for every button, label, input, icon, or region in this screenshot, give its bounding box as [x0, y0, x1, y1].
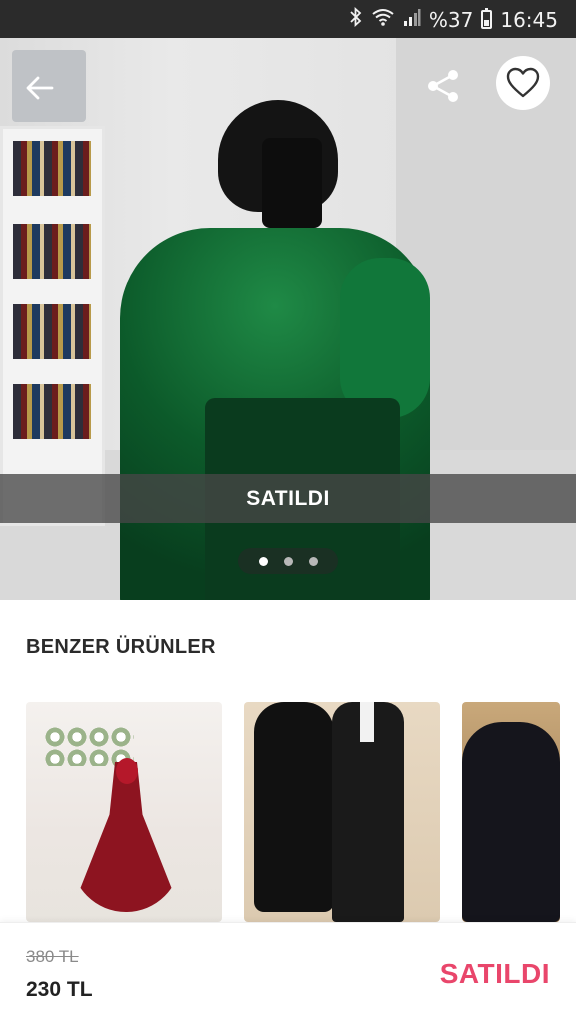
similar-products-list[interactable]: [26, 702, 576, 922]
wifi-icon: [371, 7, 395, 32]
battery-percent: %37: [428, 7, 474, 32]
heart-icon: [506, 67, 540, 98]
sold-status-button[interactable]: SATILDI: [440, 958, 550, 990]
sold-overlay-label: SATILDI: [246, 486, 330, 510]
status-bar: %37 16:45: [0, 0, 576, 38]
similar-product-card[interactable]: [462, 702, 560, 922]
similar-product-card[interactable]: [244, 702, 440, 922]
bluetooth-icon: [349, 6, 363, 32]
original-price: 380 TL: [26, 947, 79, 966]
carousel-indicator: [238, 548, 338, 574]
battery-icon: [481, 8, 493, 29]
carousel-dot[interactable]: [258, 556, 268, 566]
photo-bookshelf: [0, 126, 105, 526]
signal-icon: [403, 7, 421, 32]
product-image: [462, 722, 560, 922]
similar-product-card[interactable]: [26, 702, 222, 922]
carousel-dot[interactable]: [283, 556, 293, 566]
back-arrow-icon: [26, 76, 54, 100]
carousel-dot[interactable]: [308, 556, 318, 566]
status-icons: %37 16:45: [349, 6, 558, 32]
similar-products-title: BENZER ÜRÜNLER: [26, 636, 216, 658]
back-button[interactable]: [18, 66, 62, 110]
share-icon: [428, 70, 458, 102]
clock: 16:45: [500, 7, 558, 32]
photo-phone: [262, 138, 322, 228]
product-image-carousel[interactable]: SATILDI: [0, 38, 576, 600]
favorite-button[interactable]: [496, 56, 550, 110]
share-button[interactable]: [422, 64, 466, 108]
sold-overlay: SATILDI: [0, 474, 576, 523]
product-image: [254, 702, 334, 912]
photo-arm: [340, 258, 430, 418]
current-price: 230 TL: [26, 978, 93, 1001]
